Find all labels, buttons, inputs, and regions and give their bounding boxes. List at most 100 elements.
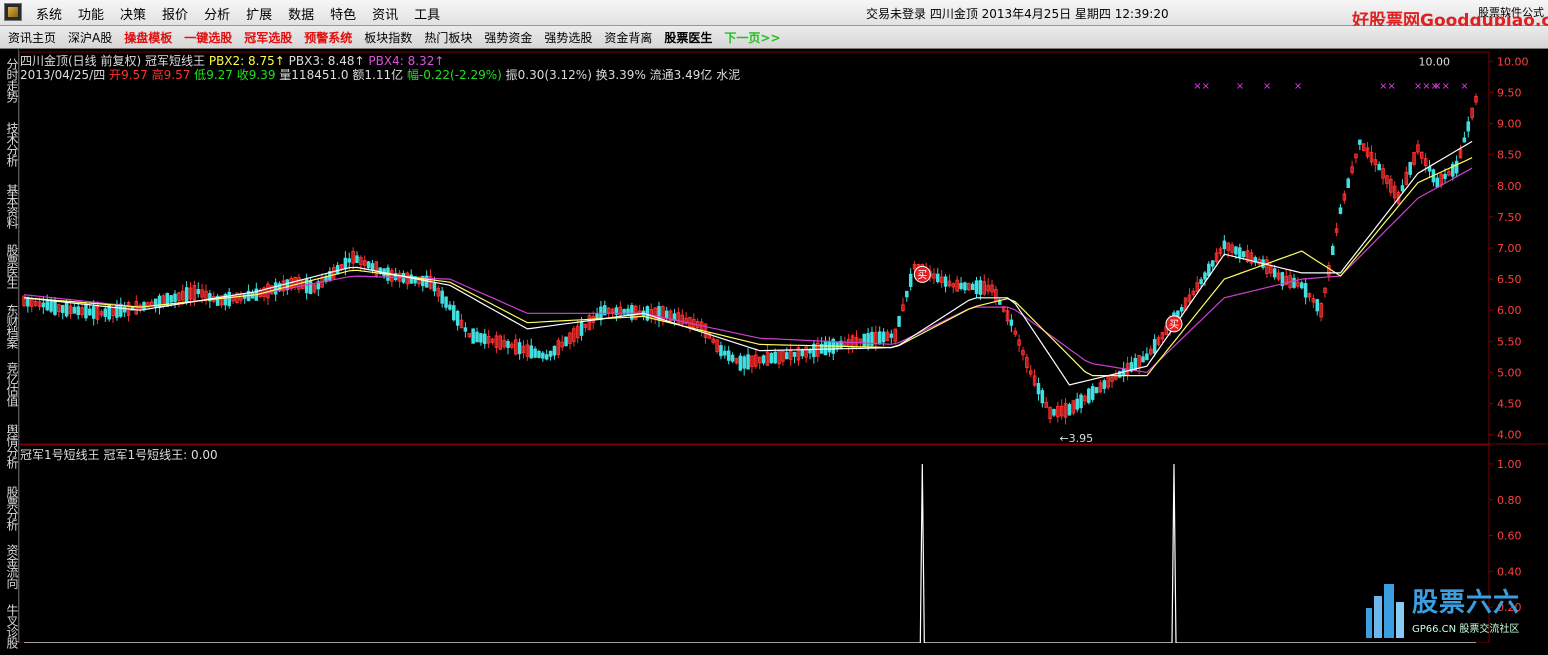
nav-item-5[interactable]: 预警系统 xyxy=(298,29,358,46)
sidebar-tab-7[interactable]: 股票分析 xyxy=(0,479,19,537)
float-cap-value: 流通3.49亿 xyxy=(649,68,713,82)
watermark: 股票六六 GP66.CN 股票交流社区 xyxy=(1362,578,1548,643)
y-tick-label: 4.50 xyxy=(1497,398,1522,411)
candle-body xyxy=(529,345,533,359)
chart-area[interactable]: 10.00 9.50 9.00 8.50 8.00 7.50 7.00 6.50 6.00 5.5… xyxy=(19,49,1548,643)
candle-body xyxy=(1338,207,1343,214)
sidebar-tab-0[interactable]: 分时走势 xyxy=(0,51,19,109)
sidebar-tab-1[interactable]: 技术分析 xyxy=(0,115,19,173)
nav-item-2[interactable]: 操盘模板 xyxy=(118,29,178,46)
candle-body xyxy=(626,308,630,316)
candle-body xyxy=(1052,408,1056,416)
y-tick-label: 6.00 xyxy=(1497,304,1522,317)
nav-item-4[interactable]: 冠军选股 xyxy=(238,29,298,46)
candle-body xyxy=(1377,163,1381,171)
candle-body xyxy=(719,345,723,357)
candle-body xyxy=(1009,319,1014,326)
candle-body xyxy=(115,303,119,318)
sidebar-tab-4[interactable]: 东财档案 xyxy=(0,297,19,355)
main-panel-frame xyxy=(19,51,1490,445)
candle-body xyxy=(1141,356,1145,363)
y-tick-label: 7.00 xyxy=(1497,242,1522,255)
candle-body xyxy=(1222,240,1227,250)
candle-body xyxy=(1330,245,1335,256)
sidebar: 分时走势 技术分析 基本资料 股票医生 东财档案 竞亿估值 舆情分析 股票分析 资金流向 牛叉诊股 xyxy=(0,49,19,648)
nav-item-8[interactable]: 强势资金 xyxy=(478,29,538,46)
candle-body xyxy=(1358,139,1362,145)
menu-item-5[interactable]: 扩展 xyxy=(238,4,280,23)
sidebar-tab-3[interactable]: 股票医生 xyxy=(0,237,19,295)
date-value: 2013/04/25/四 xyxy=(20,68,106,82)
app-logo-icon xyxy=(4,3,22,21)
nav-item-10[interactable]: 资金背离 xyxy=(598,29,658,46)
sidebar-tab-8[interactable]: 资金流向 xyxy=(0,537,19,595)
candle-body xyxy=(448,304,452,310)
candle-body xyxy=(1087,388,1091,403)
candle-body xyxy=(308,280,313,295)
candle-body xyxy=(184,287,189,303)
nav-item-0[interactable]: 资讯主页 xyxy=(2,29,62,46)
candle-body xyxy=(173,293,177,302)
candle-body xyxy=(808,349,812,354)
nav-item-12[interactable]: 下一页>> xyxy=(718,29,786,46)
candle-body xyxy=(41,302,46,308)
candle-body xyxy=(1315,299,1320,312)
menu-item-7[interactable]: 特色 xyxy=(322,4,364,23)
candle-body xyxy=(664,310,669,319)
candle-body xyxy=(889,333,894,338)
nav-item-11[interactable]: 股票医生 xyxy=(658,29,718,46)
menu-item-6[interactable]: 数据 xyxy=(280,4,322,23)
ma-mid-line xyxy=(23,157,1473,377)
candle-body xyxy=(169,295,173,303)
amplitude-value: 振0.30(3.12%) xyxy=(505,68,592,82)
close-label: 收 xyxy=(236,68,249,82)
candle-body xyxy=(343,257,348,270)
candle-body xyxy=(1443,173,1447,179)
menu-item-4[interactable]: 分析 xyxy=(196,4,238,23)
turnover-value: 换3.39% xyxy=(595,68,646,82)
candle-body xyxy=(72,306,77,314)
candle-body xyxy=(1102,380,1107,389)
x-mark: × xyxy=(1236,81,1244,92)
menu-item-2[interactable]: 决策 xyxy=(112,4,154,23)
y-tick-label: 8.50 xyxy=(1497,149,1522,162)
x-mark: × xyxy=(1294,81,1302,92)
candle-body xyxy=(103,308,108,317)
menu-item-8[interactable]: 资讯 xyxy=(364,4,406,23)
menu-item-1[interactable]: 功能 xyxy=(70,4,112,23)
sidebar-tab-2[interactable]: 基本资料 xyxy=(0,177,19,235)
menu-item-3[interactable]: 报价 xyxy=(154,4,196,23)
candle-body xyxy=(862,333,866,347)
candle-body xyxy=(769,353,774,364)
candle-body xyxy=(479,333,483,343)
low-annotation: ←3.95 xyxy=(1059,432,1093,445)
candle-body xyxy=(84,304,88,319)
chart-info-line2: 2013/04/25/四 开9.57 高9.57 低9.27 收9.39 量11… xyxy=(20,66,740,83)
sidebar-tab-9[interactable]: 牛叉诊股 xyxy=(0,597,19,655)
nav-item-7[interactable]: 热门板块 xyxy=(418,29,478,46)
menu-item-0[interactable]: 系统 xyxy=(28,4,70,23)
brand-small: 股票软件公式 xyxy=(1478,6,1544,19)
candle-body xyxy=(76,306,80,316)
candle-body xyxy=(897,316,901,327)
menu-item-9[interactable]: 工具 xyxy=(406,4,448,23)
candle-body xyxy=(366,261,371,269)
candle-body xyxy=(959,282,963,290)
x-mark: ×× xyxy=(1433,81,1450,92)
candle-body xyxy=(432,282,437,292)
candle-body xyxy=(746,354,750,370)
nav-item-9[interactable]: 强势选股 xyxy=(538,29,598,46)
candle-body xyxy=(1303,283,1308,298)
candle-body xyxy=(537,350,541,358)
candle-body xyxy=(761,355,766,364)
candle-body xyxy=(823,340,828,356)
nav-item-6[interactable]: 板块指数 xyxy=(358,29,418,46)
nav-bar: 资讯主页 深沪A股 操盘模板 一键选股 冠军选股 预警系统 板块指数 热门板块 强势资金 强势选股… xyxy=(0,26,1548,49)
change-label: 幅 xyxy=(406,68,419,82)
nav-item-3[interactable]: 一键选股 xyxy=(178,29,238,46)
sidebar-tab-6[interactable]: 舆情分析 xyxy=(0,417,19,475)
nav-item-1[interactable]: 深沪A股 xyxy=(62,29,118,46)
sidebar-tab-5[interactable]: 竞亿估值 xyxy=(0,355,19,413)
y-tick-label: 10.00 xyxy=(1497,55,1529,68)
candle-body xyxy=(1272,268,1277,278)
